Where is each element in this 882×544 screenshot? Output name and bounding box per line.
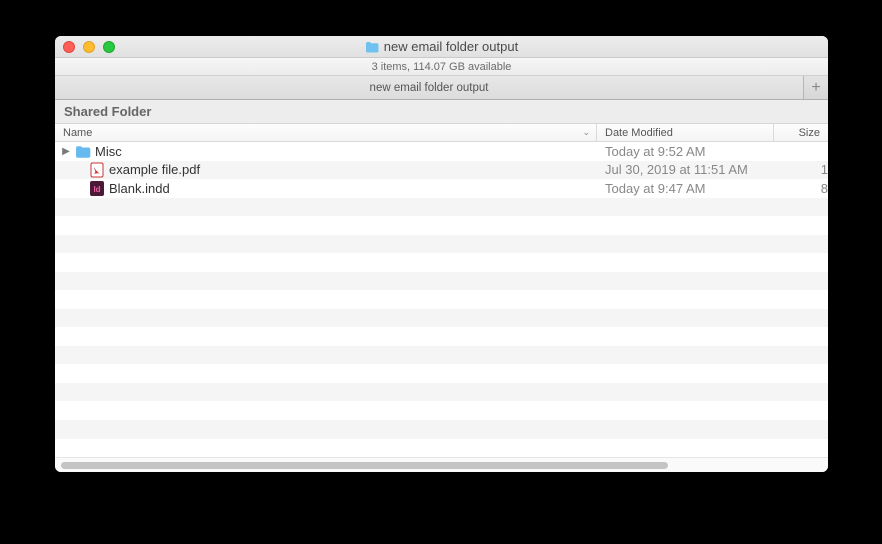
list-item[interactable]: ▶ Misc Today at 9:52 AM — [55, 142, 828, 161]
item-date: Jul 30, 2019 at 11:51 AM — [597, 162, 774, 177]
empty-row — [55, 198, 828, 217]
item-size: 1 — [774, 162, 828, 177]
window-title-text: new email folder output — [384, 39, 518, 54]
pdf-icon — [89, 162, 105, 178]
zoom-button[interactable] — [103, 41, 115, 53]
column-name[interactable]: Name ⌄ — [55, 124, 597, 141]
sort-indicator-icon: ⌄ — [582, 127, 590, 138]
empty-row — [55, 364, 828, 383]
scrollbar-thumb[interactable] — [61, 462, 668, 469]
empty-row — [55, 346, 828, 365]
empty-row — [55, 272, 828, 291]
empty-row — [55, 327, 828, 346]
plus-icon: + — [811, 79, 820, 97]
traffic-lights — [63, 41, 115, 53]
disclosure-triangle-icon[interactable]: ▶ — [61, 146, 71, 157]
item-name: Misc — [95, 144, 122, 159]
tab-current[interactable]: new email folder output — [55, 76, 804, 99]
status-text: 3 items, 114.07 GB available — [372, 61, 512, 73]
new-tab-button[interactable]: + — [804, 76, 828, 99]
shared-folder-banner: Shared Folder — [55, 100, 828, 124]
item-name: example file.pdf — [109, 162, 200, 177]
item-size: 8 — [774, 181, 828, 196]
empty-row — [55, 401, 828, 420]
finder-window: new email folder output 3 items, 114.07 … — [55, 36, 828, 472]
minimize-button[interactable] — [83, 41, 95, 53]
close-button[interactable] — [63, 41, 75, 53]
item-name: Blank.indd — [109, 181, 170, 196]
folder-icon — [365, 41, 379, 53]
item-date: Today at 9:52 AM — [597, 144, 774, 159]
empty-row — [55, 309, 828, 328]
indesign-icon: Id — [89, 180, 105, 196]
item-date: Today at 9:47 AM — [597, 181, 774, 196]
window-title: new email folder output — [55, 39, 828, 54]
svg-text:Id: Id — [93, 185, 100, 194]
empty-row — [55, 216, 828, 235]
list-item[interactable]: example file.pdf Jul 30, 2019 at 11:51 A… — [55, 161, 828, 180]
empty-row — [55, 253, 828, 272]
tab-label: new email folder output — [370, 82, 489, 94]
empty-row — [55, 383, 828, 402]
empty-row — [55, 235, 828, 254]
empty-row — [55, 420, 828, 439]
horizontal-scrollbar[interactable] — [55, 457, 828, 472]
titlebar[interactable]: new email folder output — [55, 36, 828, 58]
file-list: ▶ Misc Today at 9:52 AM example file.pdf… — [55, 142, 828, 457]
column-size[interactable]: Size — [774, 124, 828, 141]
column-date-modified[interactable]: Date Modified — [597, 124, 774, 141]
empty-row — [55, 439, 828, 458]
list-item[interactable]: Id Blank.indd Today at 9:47 AM 8 — [55, 179, 828, 198]
status-bar: 3 items, 114.07 GB available — [55, 58, 828, 76]
empty-row — [55, 290, 828, 309]
banner-text: Shared Folder — [64, 104, 151, 119]
tab-bar: new email folder output + — [55, 76, 828, 100]
folder-icon — [75, 143, 91, 159]
column-headers: Name ⌄ Date Modified Size — [55, 124, 828, 142]
